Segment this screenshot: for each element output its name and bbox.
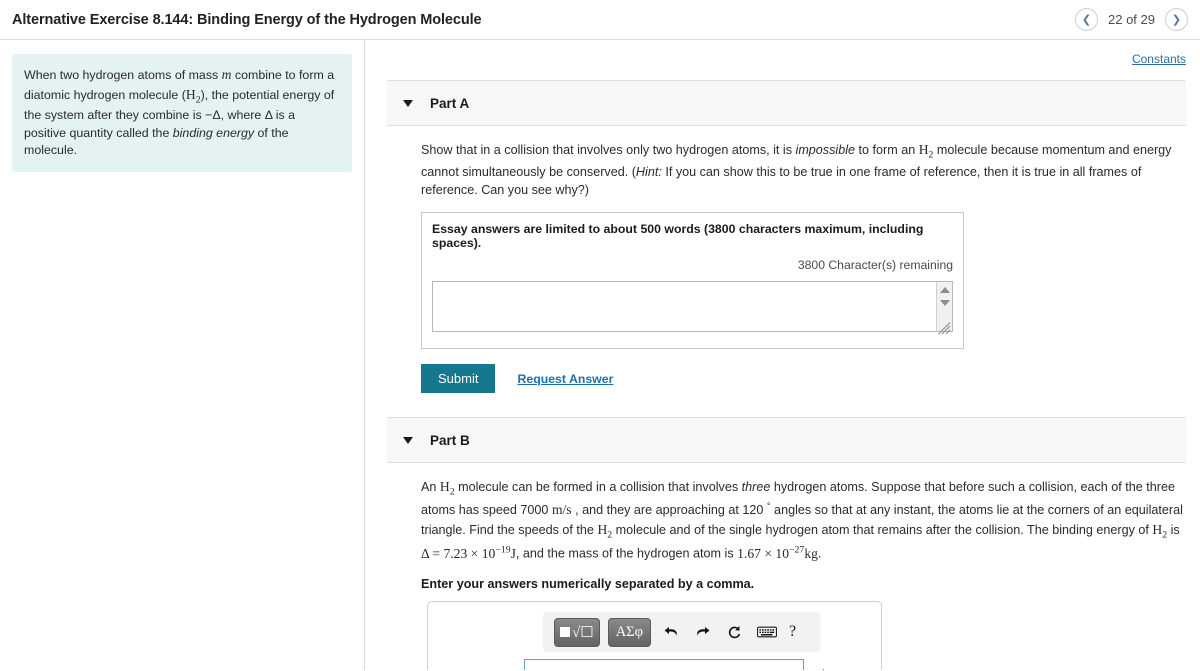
answer-input-row: vmolecule , vatom = m/s <box>436 659 829 670</box>
redo-arrow-icon[interactable] <box>691 625 715 639</box>
math-toolbar: √☐ ΑΣφ ? <box>543 612 821 653</box>
part-a-header[interactable]: Part A <box>387 80 1186 126</box>
part-b-instruction: Enter your answers numerically separated… <box>421 577 755 592</box>
main-content: Constants Part A Show that in a collisio… <box>365 40 1200 670</box>
caret-down-icon[interactable] <box>403 436 413 444</box>
part-a-body: Show that in a collision that involves o… <box>365 126 1200 394</box>
pa-emph-impossible: impossible <box>795 143 856 157</box>
pb-text-2: molecule can be formed in a collision th… <box>454 480 742 495</box>
pb-text-1: An <box>421 480 440 495</box>
page-title: Alternative Exercise 8.144: Binding Ener… <box>12 11 482 28</box>
pb-unit-ms: m/s <box>551 502 572 518</box>
resize-grip-icon[interactable] <box>938 322 951 335</box>
part-a-question-text: Show that in a collision that involves o… <box>421 140 1184 199</box>
pb-text-6: molecule and of the single hydrogen atom… <box>612 523 1153 538</box>
problem-text-part1: When two hydrogen atoms of mass <box>24 68 222 82</box>
pa-text-1: Show that in a collision that involves o… <box>421 143 796 157</box>
part-b-header[interactable]: Part B <box>387 417 1186 464</box>
constants-row: Constants <box>365 40 1200 66</box>
part-b-answer-panel: √☐ ΑΣφ ? <box>427 601 882 670</box>
scroll-up-arrow-icon[interactable] <box>939 287 950 294</box>
greek-symbols-button[interactable]: ΑΣφ <box>607 617 651 647</box>
part-b-body: An H2 molecule can be formed in a collis… <box>365 463 1200 670</box>
pa-text-2: to form an <box>855 143 919 157</box>
essay-textarea[interactable] <box>432 281 953 333</box>
pb-text-4: , and they are approaching at 120 <box>571 503 767 518</box>
part-b-question-text: An H2 molecule can be formed in a collis… <box>421 477 1184 563</box>
pb-formula-h2-b: H2 <box>597 522 613 541</box>
problem-text-binding-energy: binding energy <box>172 125 255 140</box>
pb-text-9: . <box>817 546 822 561</box>
caret-down-icon[interactable] <box>403 99 413 107</box>
pa-formula-h2: H2 <box>918 142 934 161</box>
request-answer-link[interactable]: Request Answer <box>517 372 613 386</box>
next-exercise-button[interactable]: ❯ <box>1165 8 1188 31</box>
keyboard-icon[interactable] <box>755 626 779 638</box>
previous-exercise-button[interactable]: ❮ <box>1075 8 1098 31</box>
essay-limit-notice: Essay answers are limited to about 500 w… <box>432 222 924 251</box>
part-b-label: Part B <box>430 432 470 448</box>
chevron-right-icon: ❯ <box>1171 14 1182 26</box>
exercise-counter: 22 of 29 <box>1108 12 1155 27</box>
answer-variable-label: vmolecule , vatom = <box>436 666 518 670</box>
pb-formula-h2-a: H2 <box>439 479 455 499</box>
answer-input[interactable] <box>523 659 804 670</box>
essay-textarea-wrapper <box>432 281 953 337</box>
essay-characters-remaining: 3800 Character(s) remaining <box>797 258 953 273</box>
pb-text-8: , and the mass of the hydrogen atom is <box>515 546 738 561</box>
chevron-left-icon: ❮ <box>1081 14 1092 26</box>
problem-sidebar: When two hydrogen atoms of mass m combin… <box>0 40 365 670</box>
part-a-actions: Submit Request Answer <box>421 364 1184 394</box>
undo-arrow-icon[interactable] <box>659 625 683 639</box>
part-a-label: Part A <box>430 95 470 111</box>
body-container: When two hydrogen atoms of mass m combin… <box>0 40 1200 670</box>
constants-link[interactable]: Constants <box>1132 52 1186 66</box>
pb-mass-value: 1.67 × 10−27kg <box>737 544 818 561</box>
app-header: Alternative Exercise 8.144: Binding Ener… <box>0 0 1200 40</box>
pb-binding-energy-value: Δ = 7.23 × 10−19J <box>421 544 516 561</box>
page-root: Alternative Exercise 8.144: Binding Ener… <box>0 0 1200 671</box>
variable-m: m <box>221 67 232 82</box>
submit-button[interactable]: Submit <box>421 364 496 394</box>
pb-emph-three: three <box>741 480 771 495</box>
reset-circular-arrow-icon[interactable] <box>723 625 747 640</box>
pb-text-7: is <box>1167 523 1180 538</box>
pa-hint-label: Hint: <box>635 164 662 179</box>
template-button[interactable]: √☐ <box>554 617 600 647</box>
radical-icon: √☐ <box>572 624 594 641</box>
help-question-mark-icon[interactable]: ? <box>789 623 796 641</box>
scroll-down-arrow-icon[interactable] <box>939 300 950 307</box>
answer-unit-label: m/s <box>810 666 830 670</box>
formula-h2: H2 <box>185 86 201 106</box>
essay-answer-box: Essay answers are limited to about 500 w… <box>421 212 964 350</box>
pb-formula-h2-c: H2 <box>1152 522 1168 541</box>
problem-statement-card: When two hydrogen atoms of mass m combin… <box>12 54 352 173</box>
greek-letters-label: ΑΣφ <box>615 623 643 640</box>
exercise-navigation: ❮ 22 of 29 ❯ <box>1075 8 1190 31</box>
filled-square-icon <box>560 627 570 638</box>
